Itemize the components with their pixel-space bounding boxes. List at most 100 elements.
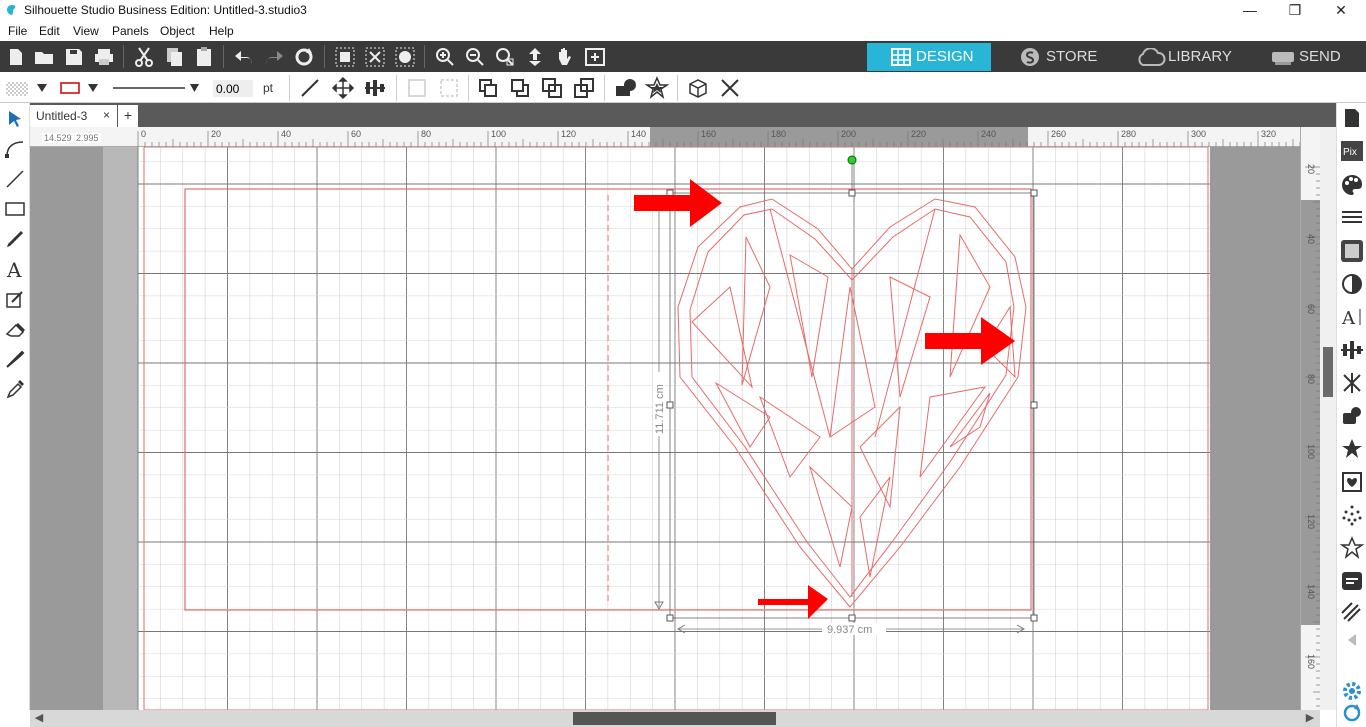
tab-library[interactable]: LIBRARY	[1132, 43, 1252, 71]
tab-store[interactable]: STORE	[996, 43, 1126, 71]
handle-bottom-left[interactable]	[666, 614, 674, 622]
document-tab[interactable]: Untitled-3 ×	[30, 105, 117, 127]
fill-color-palette-icon[interactable]	[1340, 173, 1364, 197]
menu-panels[interactable]: Panels	[112, 24, 149, 38]
transparency-icon[interactable]	[1340, 272, 1364, 296]
new-document-icon[interactable]	[4, 45, 28, 69]
horizontal-scrollbar[interactable]: ◀ ▶	[30, 710, 1320, 727]
trace-icon[interactable]	[1340, 239, 1364, 263]
redraw-icon[interactable]	[292, 45, 316, 69]
text-style-icon[interactable]: A	[1340, 305, 1364, 329]
fill-pattern-icon[interactable]	[4, 76, 28, 100]
handle-middle-left[interactable]	[666, 401, 674, 409]
menu-help[interactable]: Help	[209, 24, 234, 38]
align-panel-icon[interactable]	[1340, 338, 1364, 362]
line-color-icon[interactable]	[58, 76, 82, 100]
select-pointer-icon[interactable]	[4, 108, 26, 130]
scroll-right-icon[interactable]: ▶	[1303, 711, 1317, 725]
undo-icon[interactable]	[232, 45, 256, 69]
refresh-sync-icon[interactable]	[1340, 701, 1364, 725]
replicate-cube-icon[interactable]	[686, 76, 710, 100]
horizontal-scroll-thumb[interactable]	[573, 712, 776, 725]
delete-x-icon[interactable]	[718, 76, 742, 100]
pixscan-icon[interactable]: Pix	[1340, 139, 1364, 163]
add-page-icon[interactable]	[583, 45, 607, 69]
pan-hand-icon[interactable]	[553, 45, 577, 69]
document-tab-close-button[interactable]: ×	[103, 108, 110, 122]
print-and-cut-icon[interactable]	[1340, 470, 1364, 494]
rectangle-tool-icon[interactable]	[4, 198, 26, 220]
canvas-drawing[interactable]: 9.937 cm 11.711 cm	[30, 147, 1300, 710]
pencil-tool-icon[interactable]	[4, 228, 26, 250]
side-ruler: 20 40 60 80 100 120 140 160	[1300, 127, 1321, 710]
copy-icon[interactable]	[162, 45, 186, 69]
menu-object[interactable]: Object	[160, 24, 195, 38]
open-folder-icon[interactable]	[32, 45, 56, 69]
redo-icon[interactable]	[262, 45, 286, 69]
close-window-button[interactable]: ✕	[1318, 0, 1364, 21]
restore-button[interactable]: ❐	[1272, 0, 1318, 21]
handle-top-right[interactable]	[1030, 189, 1038, 197]
move-icon[interactable]	[331, 76, 355, 100]
offset-panel-icon[interactable]	[1340, 437, 1364, 461]
handle-middle-right[interactable]	[1030, 401, 1038, 409]
zoom-select-icon[interactable]	[493, 45, 517, 69]
handle-bottom-middle[interactable]	[848, 614, 856, 622]
align-icon[interactable]	[363, 76, 387, 100]
text-tool-icon[interactable]: A	[4, 258, 26, 280]
select-all-icon[interactable]	[333, 45, 357, 69]
shapes-star-icon[interactable]	[1340, 536, 1364, 560]
vertical-scroll-thumb[interactable]	[1323, 347, 1333, 397]
deselect-icon[interactable]	[363, 45, 387, 69]
design-canvas[interactable]: 9.937 cm 11.711 cm	[30, 147, 1300, 710]
bring-forward-icon[interactable]	[540, 76, 564, 100]
point-edit-icon[interactable]	[4, 138, 26, 160]
menu-edit[interactable]: Edit	[39, 24, 60, 38]
offset-star-icon[interactable]	[645, 76, 669, 100]
zoom-in-icon[interactable]	[433, 45, 457, 69]
paste-clipboard-icon[interactable]	[192, 45, 216, 69]
line-color-dropdown-icon[interactable]	[88, 84, 98, 92]
line-width-input[interactable]	[213, 80, 253, 97]
select-by-color-icon[interactable]	[393, 45, 417, 69]
sketch-panel-icon[interactable]	[1340, 569, 1364, 593]
handle-top-middle[interactable]	[848, 189, 856, 197]
new-tab-button[interactable]: +	[118, 105, 138, 127]
draw-line-icon[interactable]	[298, 76, 322, 100]
sketch-tool-icon[interactable]	[4, 288, 26, 310]
bring-to-front-icon[interactable]	[476, 76, 500, 100]
ruler-label: 160	[1306, 654, 1316, 669]
settings-gear-icon[interactable]	[1340, 679, 1364, 703]
send-backward-icon[interactable]	[572, 76, 596, 100]
scroll-left-icon[interactable]: ◀	[32, 711, 46, 725]
menu-view[interactable]: View	[73, 24, 99, 38]
emboss-icon[interactable]	[1340, 601, 1364, 625]
page-setup-icon[interactable]	[1340, 106, 1364, 130]
line-style-selector[interactable]	[110, 78, 200, 98]
minimize-button[interactable]: —	[1227, 0, 1273, 21]
zoom-out-icon[interactable]	[463, 45, 487, 69]
tab-design[interactable]: DESIGN	[867, 43, 991, 71]
vertical-scrollbar[interactable]	[1320, 127, 1336, 710]
tab-send[interactable]: SEND	[1262, 43, 1362, 71]
knife-tool-icon[interactable]	[4, 348, 26, 370]
print-icon[interactable]	[92, 45, 116, 69]
modify-panel-icon[interactable]	[1340, 404, 1364, 428]
eyedropper-tool-icon[interactable]	[4, 378, 26, 400]
fill-dropdown-icon[interactable]	[37, 84, 47, 92]
eraser-tool-icon[interactable]	[4, 318, 26, 340]
line-style-icon[interactable]	[1340, 206, 1364, 230]
menu-file[interactable]: File	[8, 24, 27, 38]
fit-to-page-icon[interactable]	[523, 45, 547, 69]
cut-scissors-icon[interactable]	[132, 45, 156, 69]
weld-icon[interactable]	[614, 76, 638, 100]
rhinestone-icon[interactable]	[1340, 503, 1364, 527]
handle-bottom-right[interactable]	[1030, 614, 1038, 622]
line-tool-icon[interactable]	[4, 168, 26, 190]
replicate-panel-icon[interactable]	[1340, 371, 1364, 395]
rotate-handle[interactable]	[847, 155, 857, 165]
send-to-back-icon[interactable]	[508, 76, 532, 100]
save-icon[interactable]	[62, 45, 86, 69]
grid-icon	[891, 48, 911, 66]
collapse-panel-icon[interactable]	[1340, 628, 1364, 652]
